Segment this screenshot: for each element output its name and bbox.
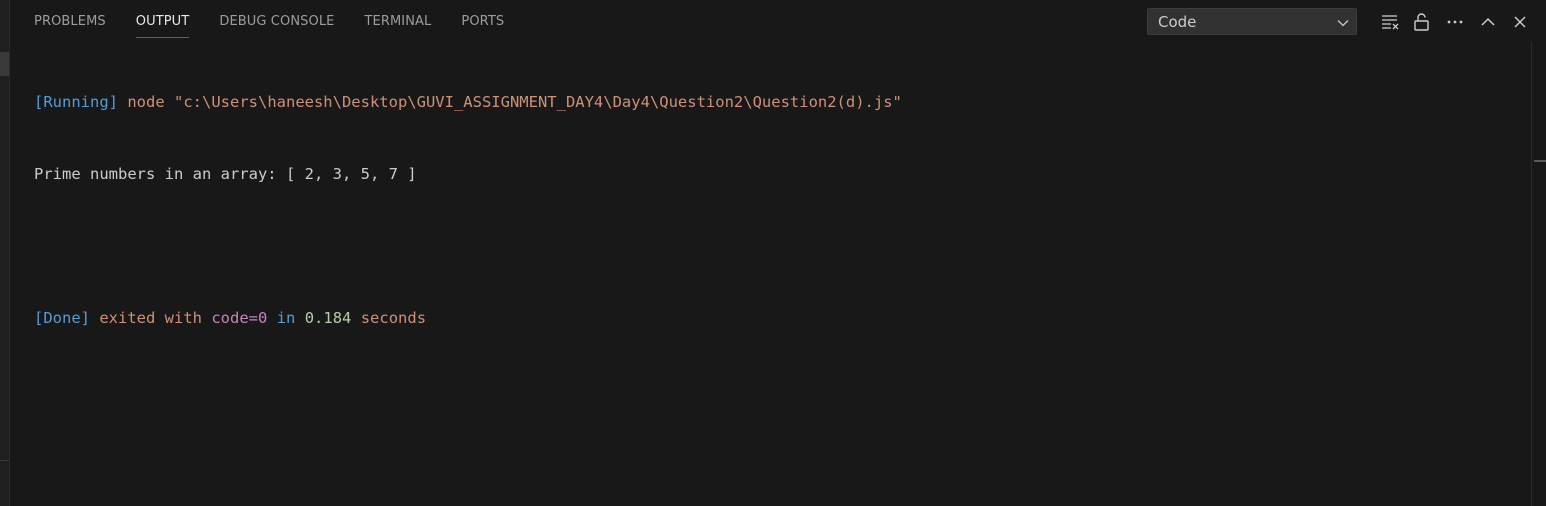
log-line-running: [Running] node "c:\Users\haneesh\Desktop…: [34, 90, 902, 114]
output-scrollbar[interactable]: [1531, 42, 1546, 506]
running-tag: [Running]: [34, 93, 118, 111]
output-channel-value: Code: [1158, 13, 1197, 31]
scrollbar-marker: [1534, 160, 1546, 162]
run-duration: 0.184: [304, 309, 352, 327]
in-word: in: [276, 309, 296, 327]
clear-output-icon[interactable]: [1378, 10, 1402, 34]
program-output: Prime numbers in an array: [ 2, 3, 5, 7 …: [34, 165, 417, 183]
left-editor-edge: [0, 0, 10, 506]
more-actions-icon[interactable]: [1443, 10, 1467, 34]
done-tag: [Done]: [34, 309, 90, 327]
tab-terminal[interactable]: TERMINAL: [364, 0, 431, 42]
output-panel: PROBLEMS OUTPUT DEBUG CONSOLE TERMINAL P…: [0, 0, 1546, 506]
exited-with-text: exited with: [99, 309, 202, 327]
tab-ports[interactable]: PORTS: [461, 0, 504, 42]
lock-scroll-icon[interactable]: [1410, 10, 1434, 34]
maximize-panel-icon[interactable]: [1476, 10, 1500, 34]
left-edge-marker: [0, 52, 9, 76]
seconds-word: seconds: [360, 309, 427, 327]
panel-tabs: PROBLEMS OUTPUT DEBUG CONSOLE TERMINAL P…: [34, 0, 534, 42]
run-command: node "c:\Users\haneesh\Desktop\GUVI_ASSI…: [127, 93, 902, 111]
log-line-done: [Done] exited with code=0 in 0.184 secon…: [34, 306, 902, 330]
tab-problems[interactable]: PROBLEMS: [34, 0, 106, 42]
log-line-result: Prime numbers in an array: [ 2, 3, 5, 7 …: [34, 162, 902, 186]
log-line-blank: [34, 234, 902, 258]
output-log[interactable]: [Running] node "c:\Users\haneesh\Desktop…: [34, 42, 902, 378]
close-panel-icon[interactable]: [1508, 10, 1532, 34]
exit-code: code=0: [211, 309, 268, 327]
chevron-down-icon: [1336, 15, 1350, 29]
tab-output[interactable]: OUTPUT: [135, 0, 190, 42]
left-edge-divider: [0, 460, 9, 461]
tab-debug-console[interactable]: DEBUG CONSOLE: [219, 0, 334, 42]
output-channel-select[interactable]: Code: [1147, 8, 1357, 35]
